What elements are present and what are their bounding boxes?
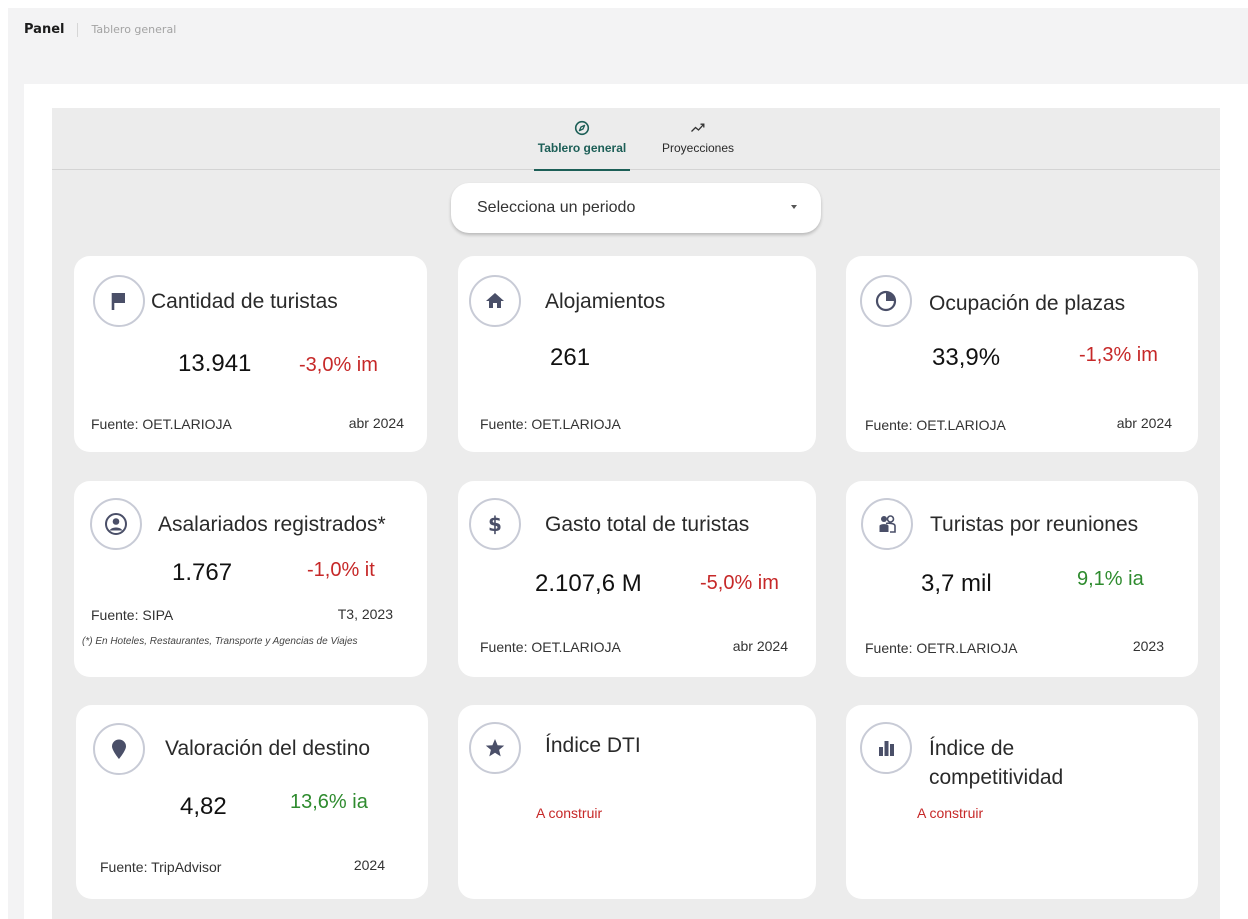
- kpi-status: A construir: [917, 805, 984, 821]
- kpi-title: Cantidad de turistas: [151, 290, 338, 313]
- kpi-source: Fuente: OETR.LARIOJA: [865, 640, 1018, 656]
- kpi-value: 33,9%: [932, 344, 1001, 371]
- pie-chart-icon: [860, 275, 912, 327]
- kpi-value: 2.107,6 M: [535, 570, 642, 597]
- kpi-date: abr 2024: [1116, 415, 1172, 431]
- kpi-date: 2024: [353, 857, 385, 873]
- kpi-status: A construir: [536, 805, 603, 821]
- kpi-title: Valoración del destino: [165, 737, 371, 760]
- kpi-title: Asalariados registrados*: [158, 513, 386, 536]
- tab-tablero-general[interactable]: Tablero general: [534, 120, 630, 171]
- kpi-source: Fuente: TripAdvisor: [100, 859, 222, 875]
- chevron-down-icon: [791, 205, 797, 209]
- map-pin-icon: [93, 723, 145, 775]
- svg-text:$: $: [488, 512, 502, 536]
- kpi-card-alojamientos: Alojamientos 261 Fuente: OET.LARIOJA: [458, 256, 816, 452]
- kpi-value: 3,7 mil: [921, 570, 992, 597]
- kpi-value: 4,82: [180, 793, 227, 820]
- kpi-title-line2: competitividad: [929, 766, 1064, 789]
- kpi-delta: -1,0% it: [307, 559, 375, 581]
- trending-up-icon: [691, 123, 705, 132]
- breadcrumb: Panel Tablero general: [24, 22, 176, 37]
- period-select[interactable]: Selecciona un periodo: [451, 183, 821, 233]
- breadcrumb-root[interactable]: Panel: [24, 22, 64, 37]
- kpi-card-asalariados: Asalariados registrados* 1.767 -1,0% it …: [74, 481, 427, 677]
- tab-label: Proyecciones: [661, 141, 735, 155]
- kpi-card-indice-dti: Índice DTI A construir: [458, 705, 816, 899]
- kpi-delta: 13,6% ia: [290, 791, 368, 813]
- kpi-source: Fuente: OET.LARIOJA: [865, 417, 1006, 433]
- kpi-delta: -1,3% im: [1079, 344, 1158, 366]
- group-icon: [861, 498, 913, 550]
- tab-proyecciones[interactable]: Proyecciones: [652, 120, 744, 170]
- kpi-title-line1: Índice de: [929, 737, 1015, 760]
- kpi-title: Índice DTI: [545, 734, 641, 757]
- breadcrumb-current: Tablero general: [91, 23, 177, 36]
- kpi-title: Turistas por reuniones: [930, 513, 1139, 536]
- kpi-title: Gasto total de turistas: [545, 513, 750, 536]
- kpi-delta: 9,1% ia: [1077, 568, 1144, 590]
- kpi-value: 261: [550, 344, 591, 371]
- kpi-value: 1.767: [172, 559, 233, 586]
- kpi-date: abr 2024: [732, 638, 788, 654]
- tabs-bar: Tablero general Proyecciones: [52, 108, 1220, 171]
- dollar-icon: $: [469, 498, 521, 550]
- kpi-date: T3, 2023: [337, 606, 393, 622]
- kpi-date: abr 2024: [348, 415, 404, 431]
- bar-chart-icon: [860, 722, 912, 774]
- kpi-value: 13.941: [178, 350, 252, 377]
- kpi-date: 2023: [1132, 638, 1164, 654]
- tab-label: Tablero general: [537, 141, 627, 155]
- kpi-card-indice-competitividad: Índice de competitividad A construir: [846, 705, 1198, 899]
- flag-icon: [93, 275, 145, 327]
- compass-icon: [574, 120, 590, 136]
- kpi-footnote: (*) En Hoteles, Restaurantes, Transporte…: [82, 636, 358, 647]
- star-icon: [469, 722, 521, 774]
- kpi-delta: -3,0% im: [299, 354, 378, 376]
- kpi-source: Fuente: OET.LARIOJA: [91, 416, 232, 432]
- kpi-card-cantidad-turistas: Cantidad de turistas 13.941 -3,0% im Fue…: [74, 256, 427, 452]
- kpi-title: Alojamientos: [545, 290, 666, 313]
- kpi-card-turistas-reuniones: Turistas por reuniones 3,7 mil 9,1% ia F…: [846, 481, 1198, 677]
- kpi-source: Fuente: SIPA: [91, 607, 174, 623]
- breadcrumb-separator: [77, 22, 79, 37]
- kpi-title: Índice de competitividad: [929, 734, 1063, 792]
- kpi-source: Fuente: OET.LARIOJA: [480, 416, 621, 432]
- kpi-delta: -5,0% im: [700, 572, 779, 594]
- kpi-card-valoracion-destino: Valoración del destino 4,82 13,6% ia Fue…: [76, 705, 428, 899]
- home-icon: [469, 275, 521, 327]
- kpi-card-ocupacion-plazas: Ocupación de plazas 33,9% -1,3% im Fuent…: [846, 256, 1198, 452]
- kpi-title: Ocupación de plazas: [929, 292, 1126, 315]
- kpi-source: Fuente: OET.LARIOJA: [480, 639, 621, 655]
- kpi-card-gasto-total: $ Gasto total de turistas 2.107,6 M -5,0…: [458, 481, 816, 677]
- user-circle-icon: [90, 498, 142, 550]
- period-select-placeholder: Selecciona un periodo: [477, 199, 636, 216]
